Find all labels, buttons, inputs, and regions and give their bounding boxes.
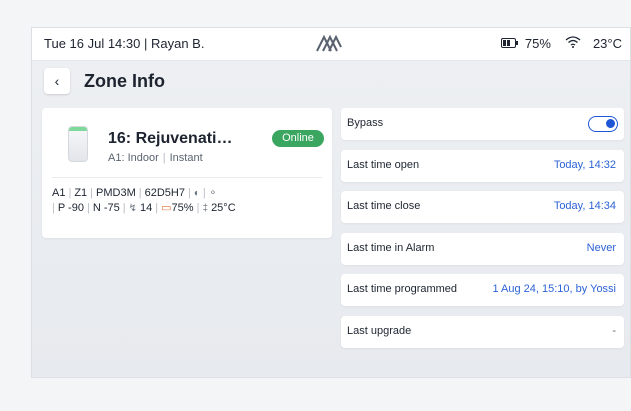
last-programmed-row: Last time programmed 1 Aug 24, 15:10, by… — [341, 274, 624, 307]
spec-zone: Z1 — [74, 187, 88, 199]
signal-bolt-icon: ↯ — [128, 203, 137, 214]
device-mode: Instant — [169, 152, 203, 164]
bypass-row: Bypass — [341, 108, 624, 140]
row-label: Last time programmed — [347, 283, 458, 296]
row-value: Today, 14:32 — [553, 158, 616, 171]
status-datetime-user: Tue 16 Jul 14:30 | Rayan B. — [44, 36, 205, 51]
zone-info-list: Bypass Last time open Today, 14:32 Last … — [341, 108, 624, 358]
row-value: Today, 14:34 — [553, 200, 616, 213]
status-right: 75% 23°C — [500, 36, 622, 51]
device-name: 16: Rejuvenati… — [108, 130, 233, 147]
row-label: Last time open — [347, 158, 420, 171]
row-label: Last time close — [347, 200, 421, 213]
device-specs: A1 | Z1 | PMD3M | 62D5H7 | ◐ | ⚬ | P -90 | N -75 | ↯ 14… — [52, 186, 236, 216]
last-alarm-row: Last time in Alarm Never — [341, 232, 624, 265]
thermometer-icon: ‡ — [202, 203, 208, 214]
toggle-knob — [606, 119, 615, 128]
device-card: 16: Rejuvenati… A1: Indoor | Instant Onlin… — [42, 108, 332, 238]
row-value: 1 Aug 24, 15:10, by Yossi — [492, 283, 616, 296]
spec-signal: 14 — [140, 202, 153, 214]
spec-n-value: N -75 — [92, 202, 120, 214]
device-location: A1: Indoor — [108, 152, 159, 164]
spec-serial: 62D5H7 — [144, 187, 185, 199]
specs-line-1: A1 | Z1 | PMD3M | 62D5H7 | ◐ | ⚬ — [52, 187, 218, 199]
battery-icon — [500, 36, 519, 51]
last-close-row: Last time close Today, 14:34 — [341, 191, 624, 224]
row-label: Last upgrade — [347, 324, 412, 337]
spec-temperature: 25°C — [211, 202, 236, 214]
antenna-icon: ⚬ — [208, 188, 218, 199]
row-label: Bypass — [347, 117, 384, 129]
bypass-toggle[interactable] — [588, 116, 618, 132]
spec-p-value: P -90 — [57, 202, 84, 214]
battery-small-icon: ▭ — [161, 202, 172, 214]
battery-percent: 75% — [524, 36, 551, 51]
page-title: Zone Info — [84, 71, 165, 91]
row-label: Last time in Alarm — [347, 241, 435, 254]
spec-model: PMD3M — [96, 187, 136, 199]
back-chevron-icon: ‹ — [54, 73, 60, 89]
motion-icon: ◐ — [193, 188, 200, 199]
brand-logo-icon — [316, 34, 342, 57]
row-value: Never — [586, 241, 616, 254]
wifi-icon — [565, 36, 581, 51]
app-frame: Tue 16 Jul 14:30 | Rayan B. 75% 23°C ‹ Z… — [31, 27, 631, 378]
last-open-row: Last time open Today, 14:32 — [341, 149, 624, 182]
spec-battery: 75% — [171, 202, 194, 214]
status-bar: Tue 16 Jul 14:30 | Rayan B. 75% 23°C — [32, 28, 630, 61]
specs-line-2: | P -90 | N -75 | ↯ 14 | ▭75% | ‡ 25°C — [52, 202, 236, 214]
device-sensor-icon — [68, 126, 88, 162]
spec-area: A1 — [52, 187, 66, 199]
last-upgrade-row: Last upgrade - — [341, 315, 624, 348]
status-badge: Online — [272, 130, 324, 147]
device-subtitle: A1: Indoor | Instant — [108, 152, 203, 164]
row-value: - — [612, 324, 616, 337]
divider — [52, 177, 322, 178]
status-temperature: 23°C — [592, 36, 622, 51]
back-button[interactable]: ‹ — [44, 68, 70, 94]
